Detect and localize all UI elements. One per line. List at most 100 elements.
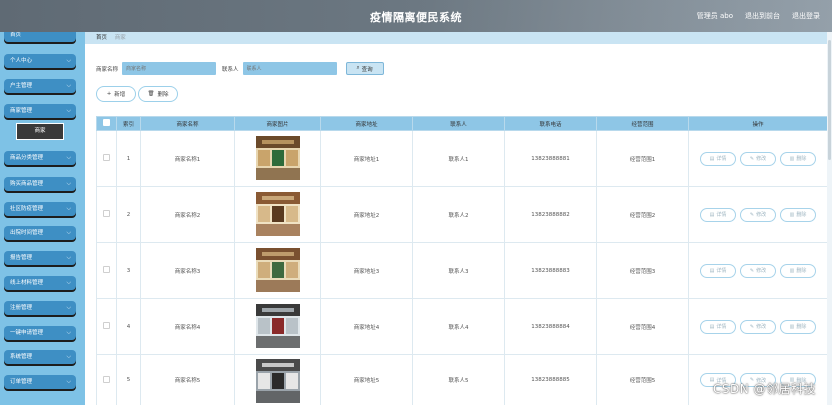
logout-link[interactable]: 退出登录 xyxy=(792,11,820,21)
sidebar-item-purchase[interactable]: 购买商品管理 ⌵ xyxy=(4,177,76,191)
sidebar-item-report[interactable]: 报告管理 ⌵ xyxy=(4,251,76,265)
phone-cell: 13823888885 xyxy=(504,354,597,405)
delete-button[interactable]: ▥ 删除 xyxy=(780,207,816,222)
row-checkbox[interactable] xyxy=(103,322,110,329)
sidebar-item-online-material[interactable]: 线上材料管理 ⌵ xyxy=(4,276,76,290)
scope-cell: 经营范围2 xyxy=(596,186,689,243)
select-all-checkbox[interactable] xyxy=(103,119,110,126)
row-select-cell[interactable] xyxy=(96,242,117,299)
merchant-photo[interactable] xyxy=(255,303,300,348)
column-header: 商家名称 xyxy=(140,116,235,131)
pencil-icon: ✎ xyxy=(749,323,755,330)
merchant-photo[interactable] xyxy=(255,191,300,236)
detail-button[interactable]: ▤ 详情 xyxy=(700,207,736,222)
pencil-icon: ✎ xyxy=(749,155,755,162)
row-checkbox[interactable] xyxy=(103,154,110,161)
row-select-cell[interactable] xyxy=(96,130,117,187)
row-select-cell[interactable] xyxy=(96,298,117,355)
operations-cell: ▤ 详情 ✎ 修改 ▥ 删除 xyxy=(688,130,828,187)
sidebar-item-product-category[interactable]: 商品分类管理 ⌵ xyxy=(4,151,76,165)
table-row: 4 商家名称4 商家地址4 联系人4 13823888884 经营范围4 ▤ 详情… xyxy=(96,298,828,355)
sidebar-item-label: 报告管理 xyxy=(10,255,33,261)
detail-button[interactable]: ▤ 详情 xyxy=(700,319,736,334)
sidebar-item-apply[interactable]: 一键申请管理 ⌵ xyxy=(4,326,76,340)
scope-cell: 经营范围1 xyxy=(596,130,689,187)
sidebar-item-households[interactable]: 户主管理 ⌵ xyxy=(4,79,76,93)
chevron-down-icon: ⌵ xyxy=(66,107,71,114)
edit-button[interactable]: ✎ 修改 xyxy=(740,151,776,166)
column-header: 商家图片 xyxy=(234,116,321,131)
search-bar: 商家名称 联系人 ⌕ 查询 xyxy=(96,62,384,75)
operations-cell: ▤ 详情 ✎ 修改 ▥ 删除 xyxy=(688,298,828,355)
edit-label: 修改 xyxy=(756,156,767,162)
sidebar-item-register[interactable]: 注册管理 ⌵ xyxy=(4,301,76,315)
row-checkbox[interactable] xyxy=(103,266,110,273)
bulk-delete-button[interactable]: 🗑 删除 xyxy=(138,86,178,102)
detail-button[interactable]: ▤ 详情 xyxy=(700,151,736,166)
merchant-photo[interactable] xyxy=(255,135,300,180)
sidebar-item-label: 户主管理 xyxy=(10,83,33,89)
document-icon: ▤ xyxy=(709,155,715,162)
chevron-down-icon: ⌵ xyxy=(66,57,71,64)
column-header: 操作 xyxy=(688,116,828,131)
sidebar-subitem-merchant[interactable]: 商家 xyxy=(16,123,64,140)
sidebar-item-discharge[interactable]: 出院时间管理 ⌵ xyxy=(4,226,76,240)
sidebar-item-label: 商品分类管理 xyxy=(10,155,44,161)
sidebar-item-label: 系统管理 xyxy=(10,354,33,360)
delete-label: 删除 xyxy=(796,324,807,330)
edit-button[interactable]: ✎ 修改 xyxy=(740,319,776,334)
merchant-name-input[interactable] xyxy=(122,62,217,75)
edit-button[interactable]: ✎ 修改 xyxy=(740,263,776,278)
detail-button[interactable]: ▤ 详情 xyxy=(700,263,736,278)
action-bar: + 新增 🗑 删除 xyxy=(96,86,178,102)
document-icon: ▤ xyxy=(709,211,715,218)
table-row: 3 商家名称3 商家地址3 联系人3 13823888883 经营范围3 ▤ 详情… xyxy=(96,242,828,299)
current-user: 管理员 abo xyxy=(696,12,733,20)
select-all-cell[interactable] xyxy=(96,116,117,131)
scrollbar[interactable] xyxy=(827,32,832,405)
contact-cell: 联系人2 xyxy=(412,186,505,243)
chevron-down-icon: ⌵ xyxy=(66,353,71,360)
delete-button[interactable]: ▥ 删除 xyxy=(780,263,816,278)
plus-icon: + xyxy=(106,91,112,97)
sidebar-item-label: 一键申请管理 xyxy=(10,330,44,336)
chevron-down-icon: ⌵ xyxy=(66,304,71,311)
edit-label: 修改 xyxy=(756,324,767,330)
sidebar-item-profile[interactable]: 个人中心 ⌵ xyxy=(4,54,76,68)
sidebar-item-orders[interactable]: 订单管理 ⌵ xyxy=(4,375,76,389)
scrollbar-thumb[interactable] xyxy=(828,40,831,160)
row-select-cell[interactable] xyxy=(96,186,117,243)
back-to-front-link[interactable]: 退出到前台 xyxy=(745,11,780,21)
contact-cell: 联系人5 xyxy=(412,354,505,405)
merchant-table: 索引 商家名称 商家图片 商家地址 联系人 联系电话 经营范围 操作 1 商家名… xyxy=(96,116,828,405)
sidebar-item-epidemic[interactable]: 社区防疫管理 ⌵ xyxy=(4,202,76,216)
trash-icon: 🗑 xyxy=(147,91,155,97)
sidebar-item-merchants[interactable]: 商家管理 ⌵ xyxy=(4,104,76,118)
delete-label: 删除 xyxy=(796,268,807,274)
contact-cell: 联系人4 xyxy=(412,298,505,355)
contact-input[interactable] xyxy=(242,62,337,75)
merchant-photo[interactable] xyxy=(255,247,300,292)
chevron-down-icon: ⌵ xyxy=(66,254,71,261)
breadcrumb: 首页 商家 xyxy=(85,32,832,44)
row-checkbox[interactable] xyxy=(103,210,110,217)
sidebar-item-system[interactable]: 系统管理 ⌵ xyxy=(4,350,76,364)
pencil-icon: ✎ xyxy=(749,267,755,274)
bulk-delete-label: 删除 xyxy=(157,92,169,98)
delete-button[interactable]: ▥ 删除 xyxy=(780,319,816,334)
query-button[interactable]: ⌕ 查询 xyxy=(345,62,384,75)
row-checkbox[interactable] xyxy=(103,375,110,383)
row-select-cell[interactable] xyxy=(96,354,117,405)
add-button[interactable]: + 新增 xyxy=(96,86,136,102)
sidebar-item-label: 社区防疫管理 xyxy=(10,206,44,212)
delete-button[interactable]: ▥ 删除 xyxy=(780,151,816,166)
sidebar-item-home[interactable]: 首页 xyxy=(4,32,76,42)
chevron-down-icon: ⌵ xyxy=(66,378,71,385)
merchant-name-cell: 商家名称3 xyxy=(140,242,235,299)
operations-cell: ▤ 详情 ✎ 修改 ▥ 删除 xyxy=(688,242,828,299)
merchant-photo[interactable] xyxy=(255,359,300,403)
breadcrumb-home[interactable]: 首页 xyxy=(96,35,107,41)
edit-button[interactable]: ✎ 修改 xyxy=(740,207,776,222)
phone-cell: 13823888882 xyxy=(504,186,597,243)
delete-label: 删除 xyxy=(796,212,807,218)
